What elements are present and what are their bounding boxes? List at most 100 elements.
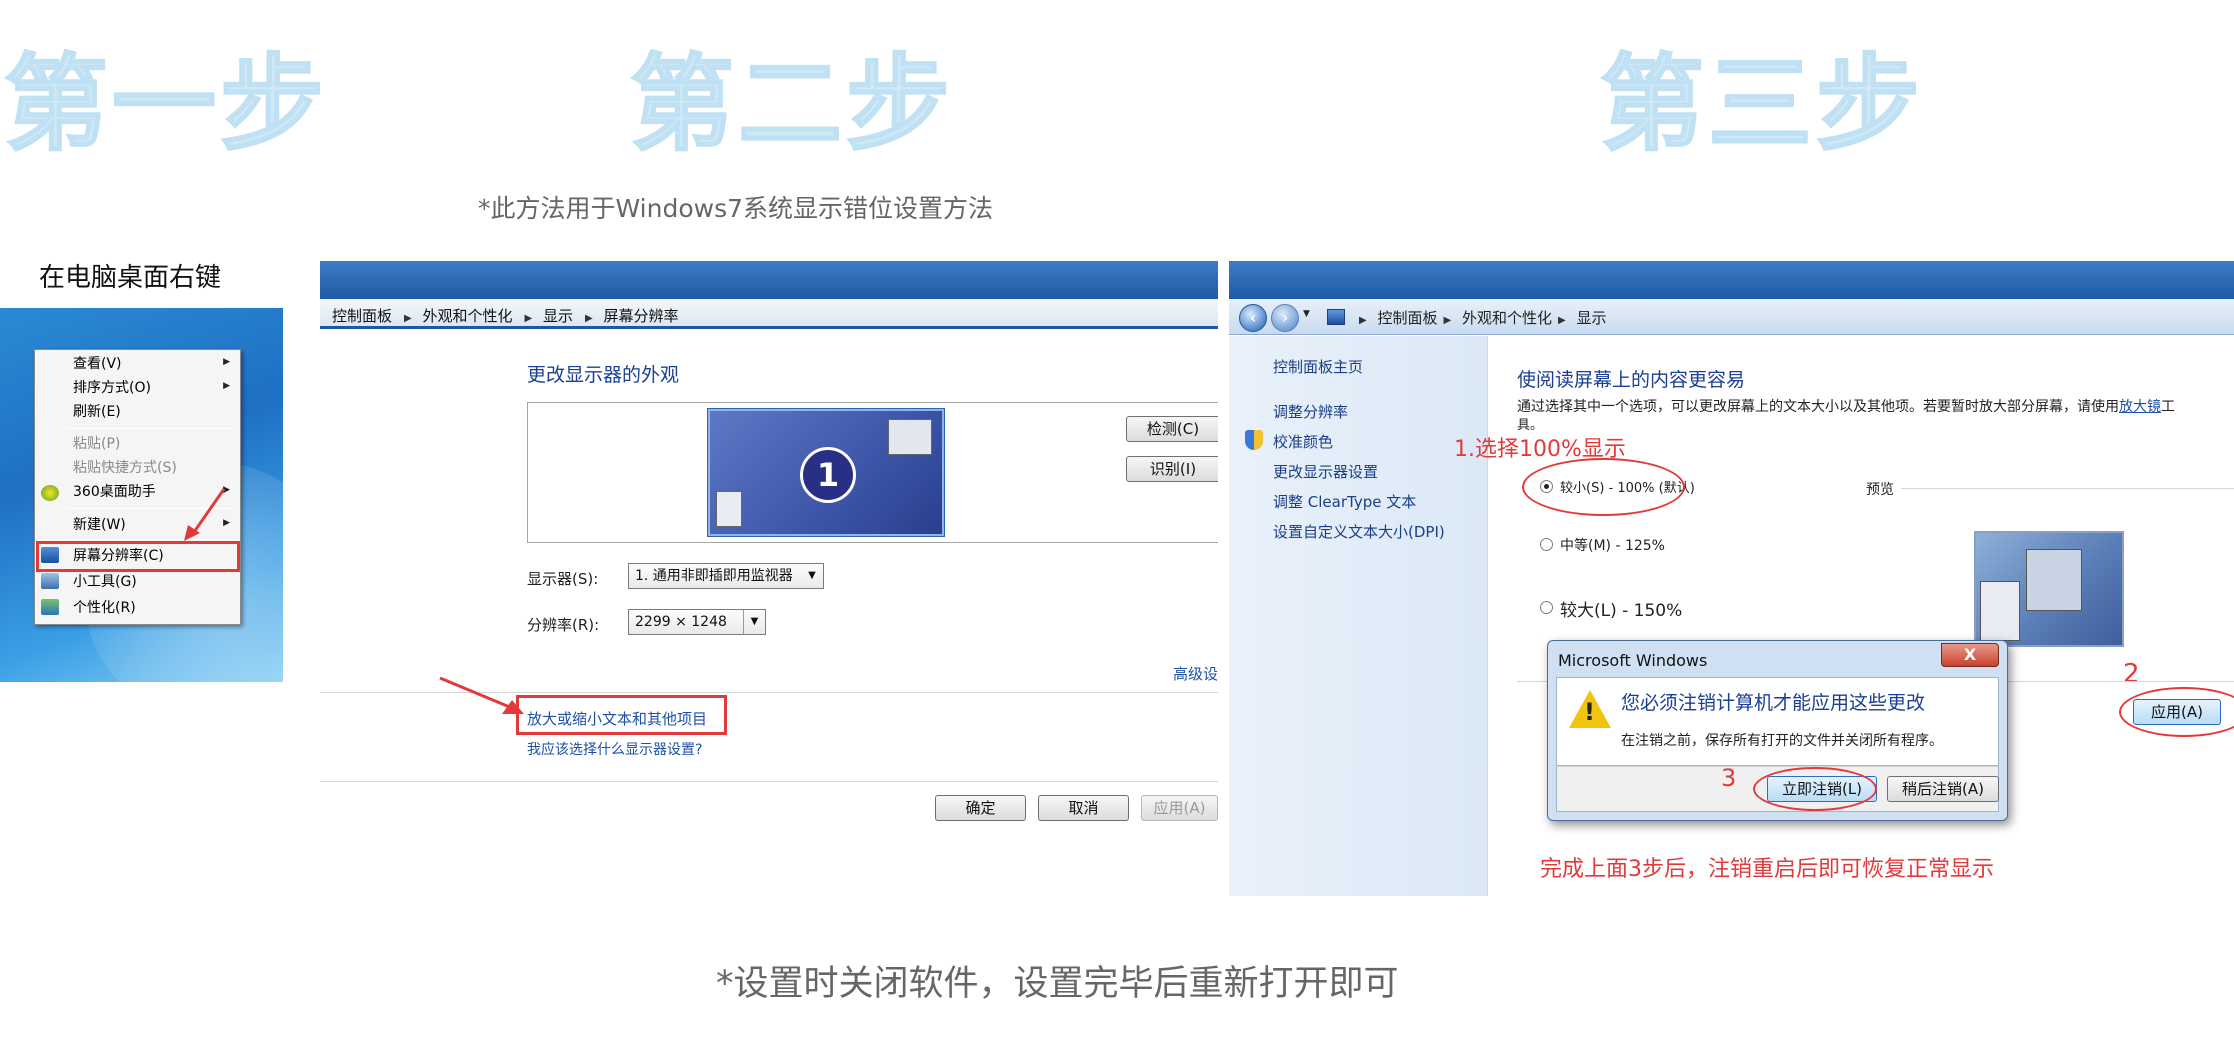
breadcrumb-separator-icon: ▶ [585,313,593,324]
page-title: 更改显示器的外观 [527,364,680,386]
preview-image [1974,531,2124,647]
cancel-button[interactable]: 取消 [1038,795,1129,821]
breadcrumb-separator-icon: ▶ [1359,315,1367,326]
menu-item-refresh[interactable]: 刷新(E) [73,401,121,423]
sidebar-item-cleartype[interactable]: 调整 ClearType 文本 [1273,491,1416,512]
preview-label: 预览 [1866,482,1894,498]
menu-item-sort[interactable]: 排序方式(O) [73,377,151,399]
breadcrumb-separator-icon: ▶ [1443,315,1452,326]
sidebar-item-custom-dpi[interactable]: 设置自定义文本大小(DPI) [1273,521,1445,542]
breadcrumb-display[interactable]: 显示 [1576,309,1606,327]
gadgets-icon [41,573,59,589]
resolution-select[interactable]: 2299 × 1248 ▼ [628,609,766,635]
breadcrumb-separator-icon: ▶ [404,313,412,324]
option-larger-150-label[interactable]: 较大(L) - 150% [1560,596,1682,621]
close-icon[interactable]: X [1941,643,1999,667]
radio-larger-150[interactable] [1540,601,1553,614]
breadcrumb-display[interactable]: 显示 [543,307,573,325]
logoff-dialog: Microsoft Windows X ! 您必须注销计算机才能应用这些更改 在… [1547,640,2008,821]
dialog-heading: 您必须注销计算机才能应用这些更改 [1621,692,1926,714]
window-thumbnail-icon [1980,581,2020,641]
menu-item-360-assistant[interactable]: 360桌面助手 [73,481,156,503]
breadcrumb-control-panel[interactable]: 控制面板 [1377,309,1437,327]
resolution-label: 分辨率(R): [527,616,600,634]
address-bar[interactable]: 控制面板 ▶ 外观和个性化 ▶ 显示 ▶ 屏幕分辨率 [320,299,1218,329]
text-size-highlight [516,695,727,735]
sidebar-item-calibrate-color[interactable]: 校准颜色 [1273,431,1333,452]
control-panel-icon [1327,309,1345,325]
step2-title: 第二步 [629,43,955,165]
option-medium-125-label[interactable]: 中等(M) - 125% [1560,535,1665,555]
final-instruction-note: 完成上面3步后，注销重启后即可恢复正常显示 [1540,857,1994,882]
display-label: 显示器(S): [527,570,599,588]
which-settings-link[interactable]: 我应该选择什么显示器设置? [527,739,702,759]
divider [1901,488,2234,489]
menu-item-gadgets[interactable]: 小工具(G) [73,571,137,593]
display-select[interactable]: 1. 通用非即插即用监视器 ▼ [628,563,824,589]
submenu-arrow-icon: ▶ [223,357,230,367]
submenu-arrow-icon: ▶ [223,381,230,391]
menu-item-new[interactable]: 新建(W) [73,514,126,536]
monitor-arrangement-area: 1 检测(C) 识别(I) [527,402,1218,543]
page-title: 使阅读屏幕上的内容更容易 [1517,369,1746,391]
dropdown-arrow-icon: ▼ [743,610,765,634]
warning-exclamation-icon: ! [1584,698,1595,726]
dialog-footer: 3 立即注销(L) 稍后注销(A) [1556,764,1999,812]
360-assistant-icon [41,485,59,501]
back-arrow-icon[interactable]: ‹ [1239,304,1267,332]
magnifier-link[interactable]: 放大镜 [2119,399,2161,415]
sidebar-item-control-panel-home[interactable]: 控制面板主页 [1273,356,1363,377]
shield-icon [1245,430,1263,450]
breadcrumb-separator-icon: ▶ [524,313,533,324]
window-thumbnail-icon [888,419,932,455]
advanced-settings-link[interactable]: 高级设 [1173,663,1218,684]
monitor-1-preview[interactable]: 1 [708,409,944,536]
menu-item-paste-shortcut[interactable]: 粘贴快捷方式(S) [73,457,177,479]
forward-arrow-icon[interactable]: › [1271,304,1299,332]
detect-button[interactable]: 检测(C) [1126,416,1218,442]
radio-medium-125[interactable] [1540,538,1553,551]
pointer-arrow-icon [184,488,226,541]
monitor-number-badge: 1 [800,447,856,503]
sidebar-item-adjust-resolution[interactable]: 调整分辨率 [1273,401,1348,422]
pointer-arrow-icon [439,676,524,714]
ok-button[interactable]: 确定 [935,795,1026,821]
annotation-step-3: 3 [1721,764,1737,792]
bottom-note: *设置时关闭软件，设置完毕后重新打开即可 [716,964,1399,1004]
dialog-body: ! 您必须注销计算机才能应用这些更改 在注销之前，保存所有打开的文件并关闭所有程… [1556,677,1999,766]
window-titlebar [1229,261,2234,299]
window-titlebar [320,261,1218,299]
logoff-later-button[interactable]: 稍后注销(A) [1887,776,1999,802]
description-text: 通过选择其中一个选项，可以更改屏幕上的文本大小以及其他项。若要暂时放大部分屏幕，… [1517,399,2175,415]
step1-title: 第一步 [3,43,329,165]
window-thumbnail-icon [2026,549,2082,611]
sidebar-item-change-display-settings[interactable]: 更改显示器设置 [1273,461,1378,482]
breadcrumb-separator-icon: ▶ [1558,315,1566,326]
personalize-icon [41,599,59,615]
display-select-value: 1. 通用非即插即用监视器 [635,568,793,584]
identify-button[interactable]: 识别(I) [1126,456,1218,482]
history-dropdown-icon[interactable]: ▼ [1303,309,1310,319]
apply-button[interactable]: 应用(A) [1141,795,1218,821]
breadcrumb-appearance[interactable]: 外观和个性化 [423,307,513,325]
address-bar[interactable]: ‹ › ▼ ▶ 控制面板 ▶ 外观和个性化 ▶ 显示 [1229,299,2234,335]
option-100-highlight [1522,458,1685,516]
breadcrumb-screen-resolution[interactable]: 屏幕分辨率 [604,307,679,325]
sidebar: 控制面板主页 调整分辨率 校准颜色 更改显示器设置 调整 ClearType 文… [1229,336,1488,896]
annotation-step-2: 2 [2123,659,2140,689]
menu-item-paste[interactable]: 粘贴(P) [73,433,120,455]
window-thumbnail-icon [716,491,742,527]
menu-item-personalize[interactable]: 个性化(R) [73,597,136,619]
desktop-instruction-label: 在电脑桌面右键 [39,263,222,293]
menu-separator [65,428,236,429]
apply-highlight [2119,687,2234,737]
step3-title: 第三步 [1599,43,1925,165]
top-note: *此方法用于Windows7系统显示错位设置方法 [478,194,994,223]
breadcrumb-appearance[interactable]: 外观和个性化 [1462,309,1552,327]
menu-item-view[interactable]: 查看(V) [73,353,122,375]
breadcrumb-control-panel[interactable]: 控制面板 [332,307,392,325]
dialog-message: 在注销之前，保存所有打开的文件并关闭所有程序。 [1621,733,1943,749]
screen-resolution-highlight [36,541,240,572]
logoff-now-highlight [1753,767,1877,811]
dropdown-arrow-icon: ▼ [808,570,816,581]
